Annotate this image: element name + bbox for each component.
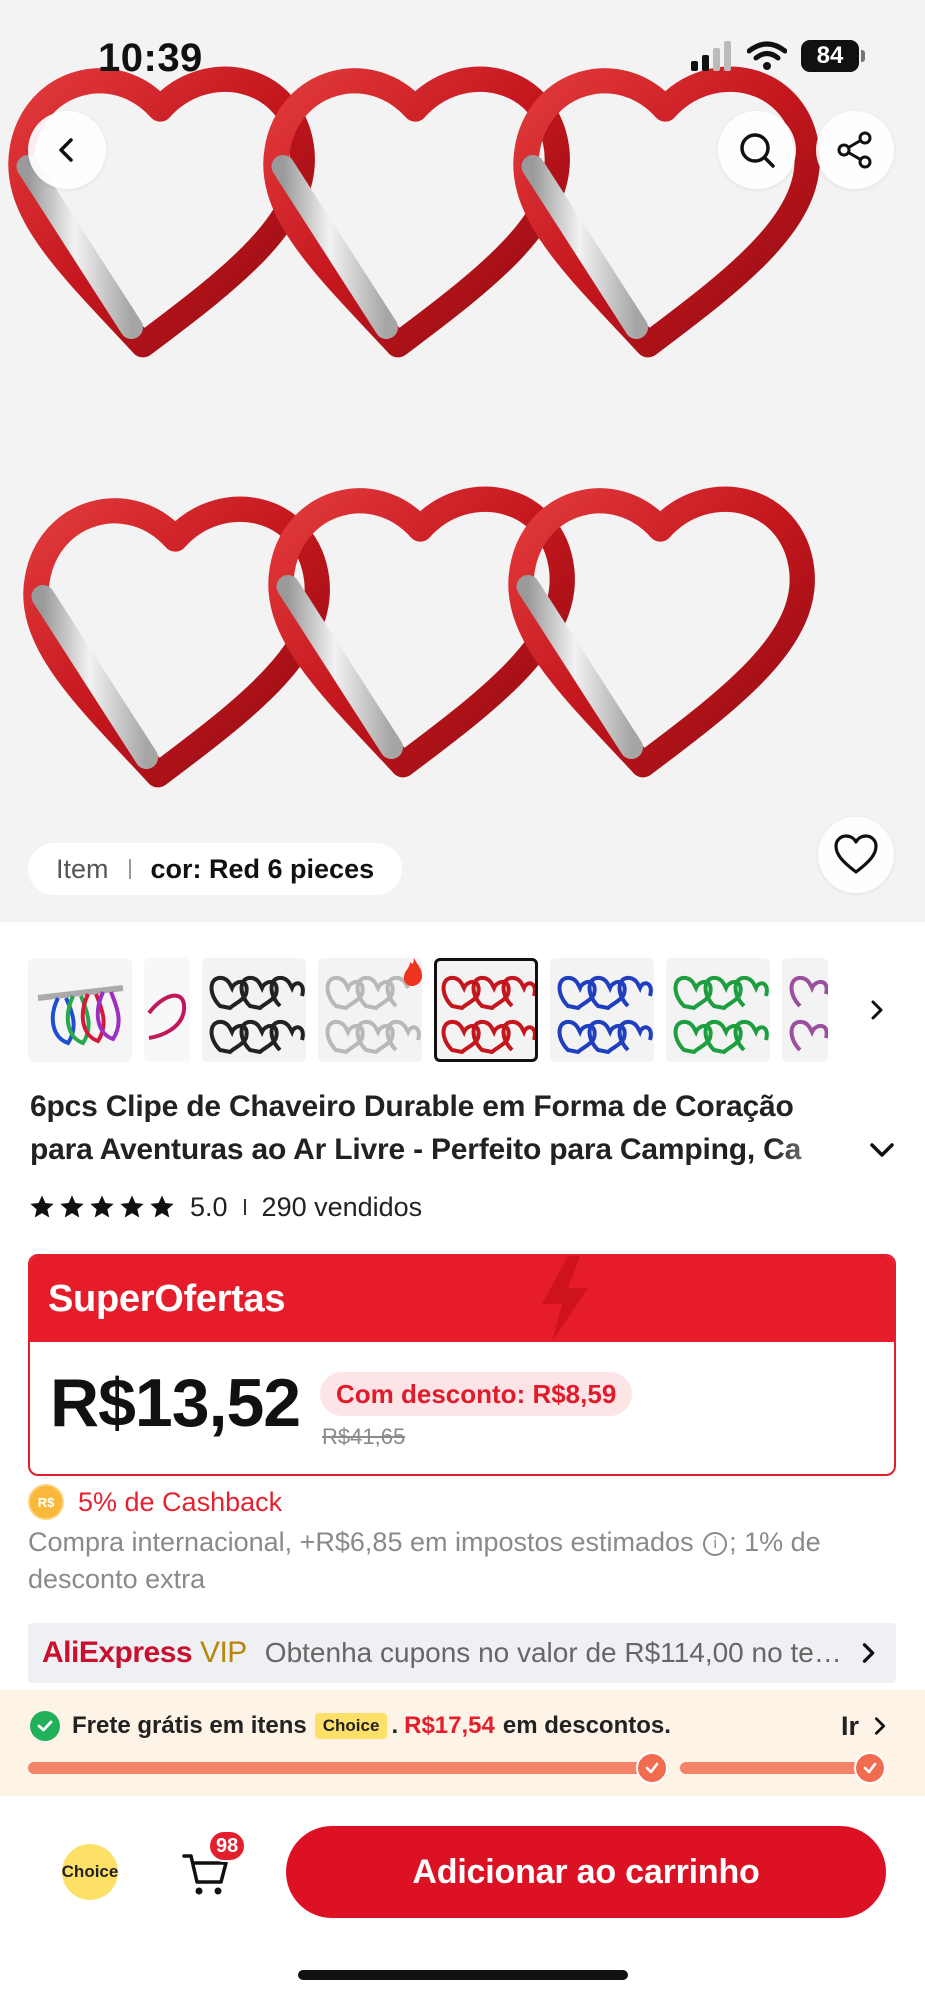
signal-icon bbox=[691, 41, 731, 71]
battery-level: 84 bbox=[801, 40, 859, 72]
thumbnails-next-button[interactable] bbox=[857, 990, 897, 1030]
thumbnail-image bbox=[318, 958, 422, 1062]
rating-value: 5.0 bbox=[190, 1191, 228, 1222]
star-icon bbox=[30, 1195, 54, 1218]
thumbnail-pink[interactable] bbox=[144, 958, 190, 1062]
share-button[interactable] bbox=[816, 111, 894, 189]
chevron-down-icon[interactable] bbox=[864, 1132, 900, 1168]
status-icons: 84 bbox=[689, 40, 865, 72]
check-icon bbox=[636, 1752, 668, 1784]
go-button[interactable]: Ir bbox=[841, 1708, 891, 1744]
thumbnail-image bbox=[434, 958, 538, 1062]
choice-button[interactable]: Choice bbox=[62, 1844, 118, 1900]
free-shipping-text: Frete grátis em itens Choice . R$17,54 e… bbox=[30, 1708, 671, 1744]
aliexpress-vip-logo: AliExpress VIP bbox=[42, 1636, 247, 1669]
original-price: R$41,65 bbox=[322, 1424, 406, 1449]
sold-count: 290 vendidos bbox=[261, 1191, 423, 1222]
cashback-text: 5% de Cashback bbox=[78, 1486, 283, 1517]
cart-count-badge: 98 bbox=[208, 1830, 247, 1862]
cashback-row: R$ 5% de Cashback bbox=[28, 1484, 282, 1520]
lightning-icon bbox=[542, 1256, 588, 1342]
chevron-right-icon bbox=[874, 1717, 886, 1735]
product-title[interactable]: 6pcs Clipe de Chaveiro Durable em Forma … bbox=[30, 1085, 870, 1171]
variant-value: cor: Red 6 pieces bbox=[150, 853, 375, 884]
thumbnail-red[interactable] bbox=[434, 958, 538, 1062]
star-icon bbox=[120, 1195, 144, 1218]
discount-label: em descontos. bbox=[502, 1712, 671, 1739]
battery-icon: 84 bbox=[801, 40, 865, 72]
heart-icon bbox=[834, 834, 878, 874]
current-price: R$13,52 bbox=[50, 1365, 301, 1441]
superofertas-price-card: SuperOfertas R$13,52 Com desconto: R$8,5… bbox=[28, 1254, 896, 1476]
thumbnail-blue[interactable] bbox=[550, 958, 654, 1062]
superofertas-label: SuperOfertas bbox=[48, 1277, 286, 1320]
product-title-line1: 6pcs Clipe de Chaveiro Durable em Forma … bbox=[30, 1090, 794, 1123]
chevron-left-icon bbox=[59, 138, 73, 162]
star-rating bbox=[28, 1193, 176, 1221]
tax-note-text: Compra internacional, +R$6,85 em imposto… bbox=[28, 1527, 694, 1557]
go-label: Ir bbox=[840, 1710, 859, 1741]
thumbnail-image bbox=[144, 958, 190, 1062]
discount-price-badge: Com desconto: R$8,59 bbox=[320, 1372, 633, 1416]
check-icon bbox=[854, 1752, 886, 1784]
discount-amount: R$17,54 bbox=[404, 1712, 495, 1739]
thumbnail-purple[interactable] bbox=[782, 958, 828, 1062]
wifi-icon bbox=[747, 41, 787, 70]
thumbnail-silver[interactable] bbox=[318, 958, 422, 1062]
chevron-right-icon bbox=[871, 1000, 883, 1020]
home-indicator bbox=[298, 1970, 628, 1980]
aliexpress-vip-banner[interactable]: AliExpress VIP Obtenha cupons no valor d… bbox=[28, 1623, 896, 1683]
info-icon[interactable]: i bbox=[703, 1531, 728, 1556]
free-shipping-label: Frete grátis em itens bbox=[72, 1712, 307, 1739]
star-icon bbox=[60, 1195, 84, 1218]
status-time: 10:39 bbox=[98, 36, 203, 80]
selected-variant-pill[interactable]: Item cor: Red 6 pieces bbox=[28, 843, 403, 895]
free-shipping-banner[interactable]: Frete grátis em itens Choice . R$17,54 e… bbox=[0, 1690, 925, 1796]
star-icon bbox=[90, 1195, 114, 1218]
thumbnail-image bbox=[28, 958, 132, 1062]
search-button[interactable] bbox=[718, 111, 796, 189]
thumbnail-black[interactable] bbox=[202, 958, 306, 1062]
discount-progress-bar bbox=[28, 1752, 886, 1784]
status-bar: 10:39 84 bbox=[0, 0, 925, 110]
chevron-right-icon bbox=[862, 1643, 875, 1663]
bottom-action-bar: Choice 98 Adicionar ao carrinho bbox=[0, 1796, 925, 2000]
product-image-gallery[interactable]: 10:39 84 Item cor: Red 6 pieces bbox=[0, 0, 925, 922]
thumbnail-multicolor[interactable] bbox=[28, 958, 132, 1062]
rating-row[interactable]: 5.0 290 vendidos bbox=[28, 1190, 422, 1224]
thumbnail-green[interactable] bbox=[666, 958, 770, 1062]
variant-item-label: Item bbox=[56, 853, 109, 884]
check-circle-icon bbox=[30, 1711, 60, 1741]
search-icon bbox=[740, 133, 775, 168]
choice-badge: Choice bbox=[314, 1713, 388, 1739]
cashback-coin-icon: R$ bbox=[28, 1484, 64, 1520]
product-title-line2: para Aventuras ao Ar Livre - Perfeito pa… bbox=[30, 1133, 802, 1166]
variant-thumbnails[interactable] bbox=[28, 956, 898, 1064]
back-button[interactable] bbox=[28, 111, 106, 189]
star-icon bbox=[150, 1195, 174, 1218]
add-to-cart-button[interactable]: Adicionar ao carrinho bbox=[286, 1826, 886, 1918]
vip-coupon-text: Obtenha cupons no valor de R$114,00 no t… bbox=[264, 1637, 844, 1668]
wishlist-button[interactable] bbox=[818, 817, 894, 893]
superofertas-banner: SuperOfertas bbox=[30, 1256, 894, 1342]
thumbnail-image bbox=[782, 958, 828, 1062]
thumbnail-image bbox=[666, 958, 770, 1062]
thumbnail-image bbox=[202, 958, 306, 1062]
share-icon bbox=[837, 131, 872, 169]
thumbnail-image bbox=[550, 958, 654, 1062]
tax-note: Compra internacional, +R$6,85 em imposto… bbox=[28, 1524, 888, 1598]
